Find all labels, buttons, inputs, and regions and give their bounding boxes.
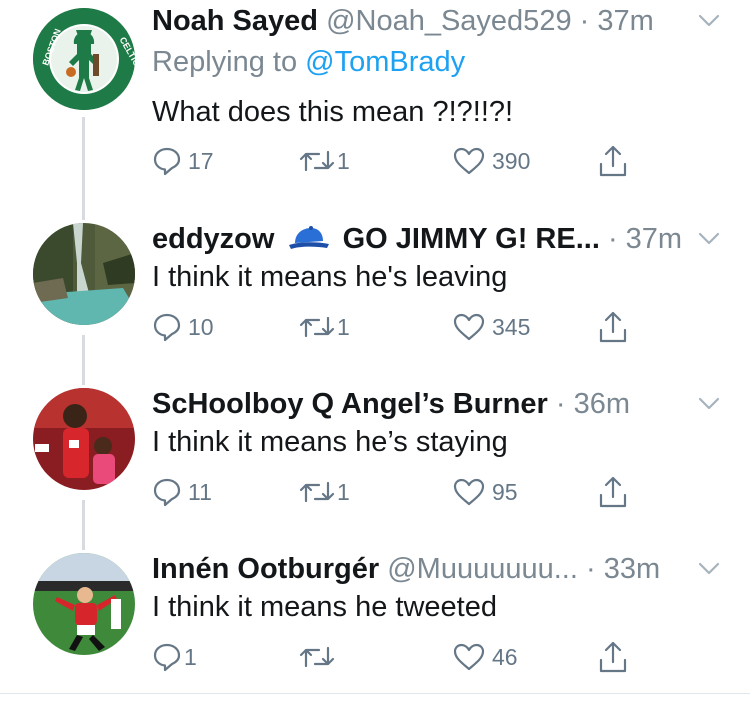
display-name[interactable]: Noah Sayed: [152, 5, 318, 37]
retweet-count: 1: [337, 313, 350, 340]
username[interactable]: @Muuuuuuu...: [387, 553, 578, 585]
celtics-logo-icon: BOSTON CELTICS: [33, 8, 135, 110]
soccer-photo-icon: [33, 553, 135, 655]
reply-button[interactable]: 10: [152, 307, 214, 347]
heart-icon: [453, 313, 485, 341]
share-button[interactable]: [597, 141, 629, 181]
retweet-button[interactable]: 1: [297, 472, 350, 512]
tweet-text: I think it means he’s staying: [152, 426, 508, 458]
share-button[interactable]: [597, 307, 629, 347]
username[interactable]: @Noah_Sayed529: [326, 5, 572, 37]
chevron-down-icon[interactable]: [698, 232, 720, 246]
chevron-down-icon[interactable]: [698, 14, 720, 28]
share-button[interactable]: [597, 637, 629, 677]
tweet[interactable]: ScHoolboy Q Angel’s Burner · 36m I think…: [0, 380, 750, 540]
tweet-text: I think it means he's leaving: [152, 261, 508, 293]
avatar[interactable]: BOSTON CELTICS: [33, 8, 135, 110]
heart-icon: [453, 147, 485, 175]
tweet-header: Noah Sayed @Noah_Sayed529 · 37m: [152, 1, 654, 41]
divider: [0, 693, 750, 694]
share-icon: [599, 145, 627, 177]
like-button[interactable]: 46: [452, 637, 518, 677]
like-button[interactable]: 345: [452, 307, 530, 347]
display-name-suffix[interactable]: GO JIMMY G! RE...: [343, 223, 600, 255]
tweet-actions: 1 46: [152, 637, 652, 677]
retweet-count: 1: [337, 478, 350, 505]
waterfall-photo-icon: [33, 223, 135, 325]
tweet[interactable]: BOSTON CELTICS Noah Sayed @Noah_Sayed529…: [0, 0, 750, 200]
like-count: 95: [492, 478, 518, 505]
tweet-actions: 10 1 345: [152, 307, 652, 347]
separator: ·: [555, 388, 566, 420]
tweet-header: Innén Ootburgér @Muuuuuuu... · 33m: [152, 549, 660, 589]
tweet-text: I think it means he tweeted: [152, 591, 497, 623]
like-count: 46: [492, 643, 518, 670]
reply-button[interactable]: 11: [152, 472, 212, 512]
retweet-button[interactable]: 1: [297, 141, 350, 181]
heart-icon: [453, 478, 485, 506]
like-count: 390: [492, 147, 531, 174]
timestamp[interactable]: 37m: [626, 223, 682, 255]
retweet-button[interactable]: 1: [297, 307, 350, 347]
avatar[interactable]: [33, 223, 135, 325]
share-icon: [599, 641, 627, 673]
display-name[interactable]: ScHoolboy Q Angel’s Burner: [152, 388, 548, 420]
display-name[interactable]: eddyzow: [152, 223, 274, 255]
like-count: 345: [492, 313, 531, 340]
reply-icon: [153, 643, 181, 672]
retweet-button[interactable]: [297, 637, 337, 677]
reply-button[interactable]: 17: [152, 141, 214, 181]
person-photo-icon: [33, 388, 135, 490]
tweet[interactable]: eddyzow GO JIMMY G! RE... · 37m I think …: [0, 215, 750, 375]
replying-to: Replying to @TomBrady: [152, 42, 465, 82]
tweet[interactable]: Innén Ootburgér @Muuuuuuu... · 33m I thi…: [0, 545, 750, 695]
display-name[interactable]: Innén Ootburgér: [152, 553, 379, 585]
tweet-header: eddyzow GO JIMMY G! RE... · 37m: [152, 219, 682, 259]
retweet-icon: [299, 646, 335, 668]
separator: ·: [607, 223, 618, 255]
reply-count: 11: [188, 478, 212, 505]
reply-icon: [153, 147, 181, 176]
replying-to-label: Replying to: [152, 46, 298, 78]
reply-count: 10: [188, 313, 214, 340]
reply-icon: [153, 478, 181, 507]
timestamp[interactable]: 33m: [604, 553, 660, 585]
retweet-icon: [299, 481, 335, 503]
share-icon: [599, 476, 627, 508]
tweet-header: ScHoolboy Q Angel’s Burner · 36m: [152, 384, 630, 424]
retweet-icon: [299, 150, 335, 172]
avatar[interactable]: [33, 388, 135, 490]
reply-count: 17: [188, 147, 214, 174]
tweet-actions: 17 1 390: [152, 141, 652, 181]
chevron-down-icon[interactable]: [698, 562, 720, 576]
separator: ·: [585, 553, 596, 585]
avatar[interactable]: [33, 553, 135, 655]
chevron-down-icon[interactable]: [698, 397, 720, 411]
timestamp[interactable]: 36m: [574, 388, 630, 420]
reply-count: 1: [184, 643, 197, 670]
reply-button[interactable]: 1: [152, 637, 197, 677]
blue-cap-emoji-icon: [288, 226, 329, 249]
share-button[interactable]: [597, 472, 629, 512]
retweet-count: 1: [337, 147, 350, 174]
like-button[interactable]: 390: [452, 141, 530, 181]
like-button[interactable]: 95: [452, 472, 518, 512]
share-icon: [599, 311, 627, 343]
tweet-actions: 11 1 95: [152, 472, 652, 512]
separator: ·: [579, 5, 590, 37]
tweet-text: What does this mean ?!?!!?!: [152, 96, 514, 128]
timestamp[interactable]: 37m: [597, 5, 653, 37]
retweet-icon: [299, 316, 335, 338]
heart-icon: [453, 643, 485, 671]
mention-link[interactable]: @TomBrady: [305, 46, 465, 78]
reply-icon: [153, 313, 181, 342]
